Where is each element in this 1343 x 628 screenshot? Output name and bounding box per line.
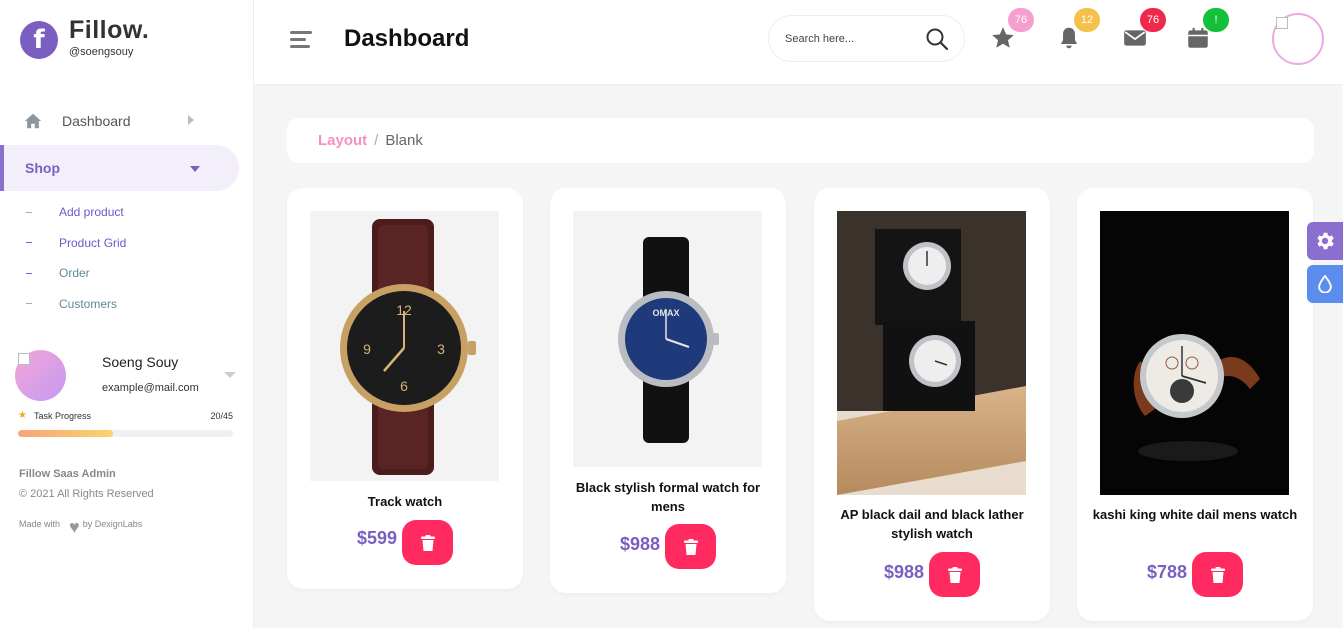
messages-button[interactable]: 76 [1122,8,1166,51]
sidebar: f Fillow. @soengsouy Dashboard Shop Add … [0,0,254,628]
star-icon: ★ [18,410,27,421]
dash-icon [26,272,32,274]
calendar-button[interactable]: ! [1185,8,1229,51]
trash-icon [420,534,435,551]
product-card: kashi king white dail mens watch $788 [1077,188,1313,621]
sidebar-item-dashboard[interactable]: Dashboard [0,98,240,144]
watch-image-icon: TIME [837,211,1026,495]
submenu-item-add-product[interactable]: Add product [26,197,126,228]
chevron-down-icon [190,166,200,172]
profile-name: Soeng Souy [102,354,179,370]
submenu-item-label: Customers [59,296,118,311]
calendar-badge: ! [1203,8,1229,32]
chevron-right-icon [188,115,194,125]
broken-image-icon [18,353,30,365]
footer-made-with: Made with ♥ by DexignLabs [19,517,143,537]
trash-icon [947,566,962,583]
dash-icon [26,303,32,305]
delete-button[interactable] [1192,552,1243,597]
trash-icon [683,538,698,555]
svg-text:6: 6 [400,378,408,394]
page-title: Dashboard [344,25,470,52]
submenu-item-label: Product Grid [59,235,127,250]
broken-image-icon [1276,17,1288,29]
product-price: $788 [1147,562,1188,582]
delete-button[interactable] [665,524,716,569]
menu-toggle-icon[interactable] [290,31,312,52]
profile-email: example@mail.com [102,382,199,394]
watch-image-icon [1100,211,1289,495]
product-card: 12 6 3 9 Track watch $599 [287,188,523,589]
product-card: TIME AP black dail and black lather styl… [814,188,1050,621]
watch-image-icon: 12 6 3 9 [340,219,476,475]
product-name[interactable]: Black stylish formal watch for mens [564,479,772,516]
bell-badge: 12 [1074,8,1100,32]
footer-copyright: © 2021 All Rights Reserved [19,488,154,500]
shop-submenu: Add product Product Grid Order Customers [26,197,126,319]
chevron-down-icon[interactable] [224,372,236,378]
search-input[interactable] [785,30,915,48]
product-card: OMAX Black stylish formal watch for mens… [550,188,786,593]
brand[interactable]: f Fillow. @soengsouy [20,18,149,59]
submenu-item-order[interactable]: Order [26,258,126,289]
mail-badge: 76 [1140,8,1166,32]
product-image[interactable]: TIME [837,211,1026,495]
avatar [15,350,66,401]
product-price: $988 [884,562,925,582]
notifications-button[interactable]: 12 [1056,8,1100,51]
breadcrumb-layout-link[interactable]: Layout [318,132,367,149]
dash-icon [26,242,32,244]
sidebar-item-shop[interactable]: Shop [0,145,239,191]
product-image[interactable] [1100,211,1289,495]
settings-button[interactable] [1307,222,1343,260]
breadcrumb-separator: / [374,132,379,149]
svg-text:3: 3 [437,341,445,357]
task-progress-count: 20/45 [210,411,233,421]
watch-image-icon: OMAX [618,237,719,443]
droplet-icon [1318,275,1332,293]
brand-text: Fillow. @soengsouy [69,16,150,59]
brand-name: Fillow. [69,16,150,44]
delete-button[interactable] [402,520,453,565]
dash-icon [26,211,32,213]
submenu-item-product-grid[interactable]: Product Grid [26,228,126,259]
delete-button[interactable] [929,552,980,597]
theme-button[interactable] [1307,265,1343,303]
product-name[interactable]: kashi king white dail mens watch [1091,506,1299,525]
product-image[interactable]: 12 6 3 9 [310,211,499,481]
header-avatar[interactable] [1272,13,1324,65]
top-header: Dashboard 76 12 76 ! [254,0,1343,85]
submenu-item-label: Order [59,266,90,281]
breadcrumb-current: Blank [385,132,423,149]
gear-icon [1317,232,1334,250]
submenu-item-customers[interactable]: Customers [26,289,126,320]
sidebar-item-label: Shop [25,160,60,176]
svg-text:9: 9 [363,341,371,357]
progress-bar [18,430,233,437]
product-name[interactable]: Track watch [301,493,509,512]
progress-bar-fill [18,430,114,437]
search-icon[interactable] [925,27,949,51]
star-badge: 76 [1008,8,1034,32]
brand-logo-icon: f [20,21,58,59]
sidebar-item-label: Dashboard [62,113,131,129]
trash-icon [1210,566,1225,583]
footer-title: Fillow Saas Admin [19,468,116,480]
submenu-item-label: Add product [59,205,124,220]
search-box [768,15,965,62]
product-name[interactable]: AP black dail and black lather stylish w… [828,506,1036,543]
product-price: $599 [357,528,398,548]
footer-made-suffix: by DexignLabs [82,519,143,529]
brand-username: @soengsouy [69,46,134,58]
favorites-button[interactable]: 76 [990,8,1034,51]
footer-made-prefix: Made with [19,519,61,529]
product-price: $988 [620,534,661,554]
heart-icon: ♥ [69,517,80,537]
task-progress-label: Task Progress [34,411,92,421]
home-icon [24,113,42,129]
product-image[interactable]: OMAX [573,211,762,467]
breadcrumb: Layout / Blank [287,118,1314,163]
